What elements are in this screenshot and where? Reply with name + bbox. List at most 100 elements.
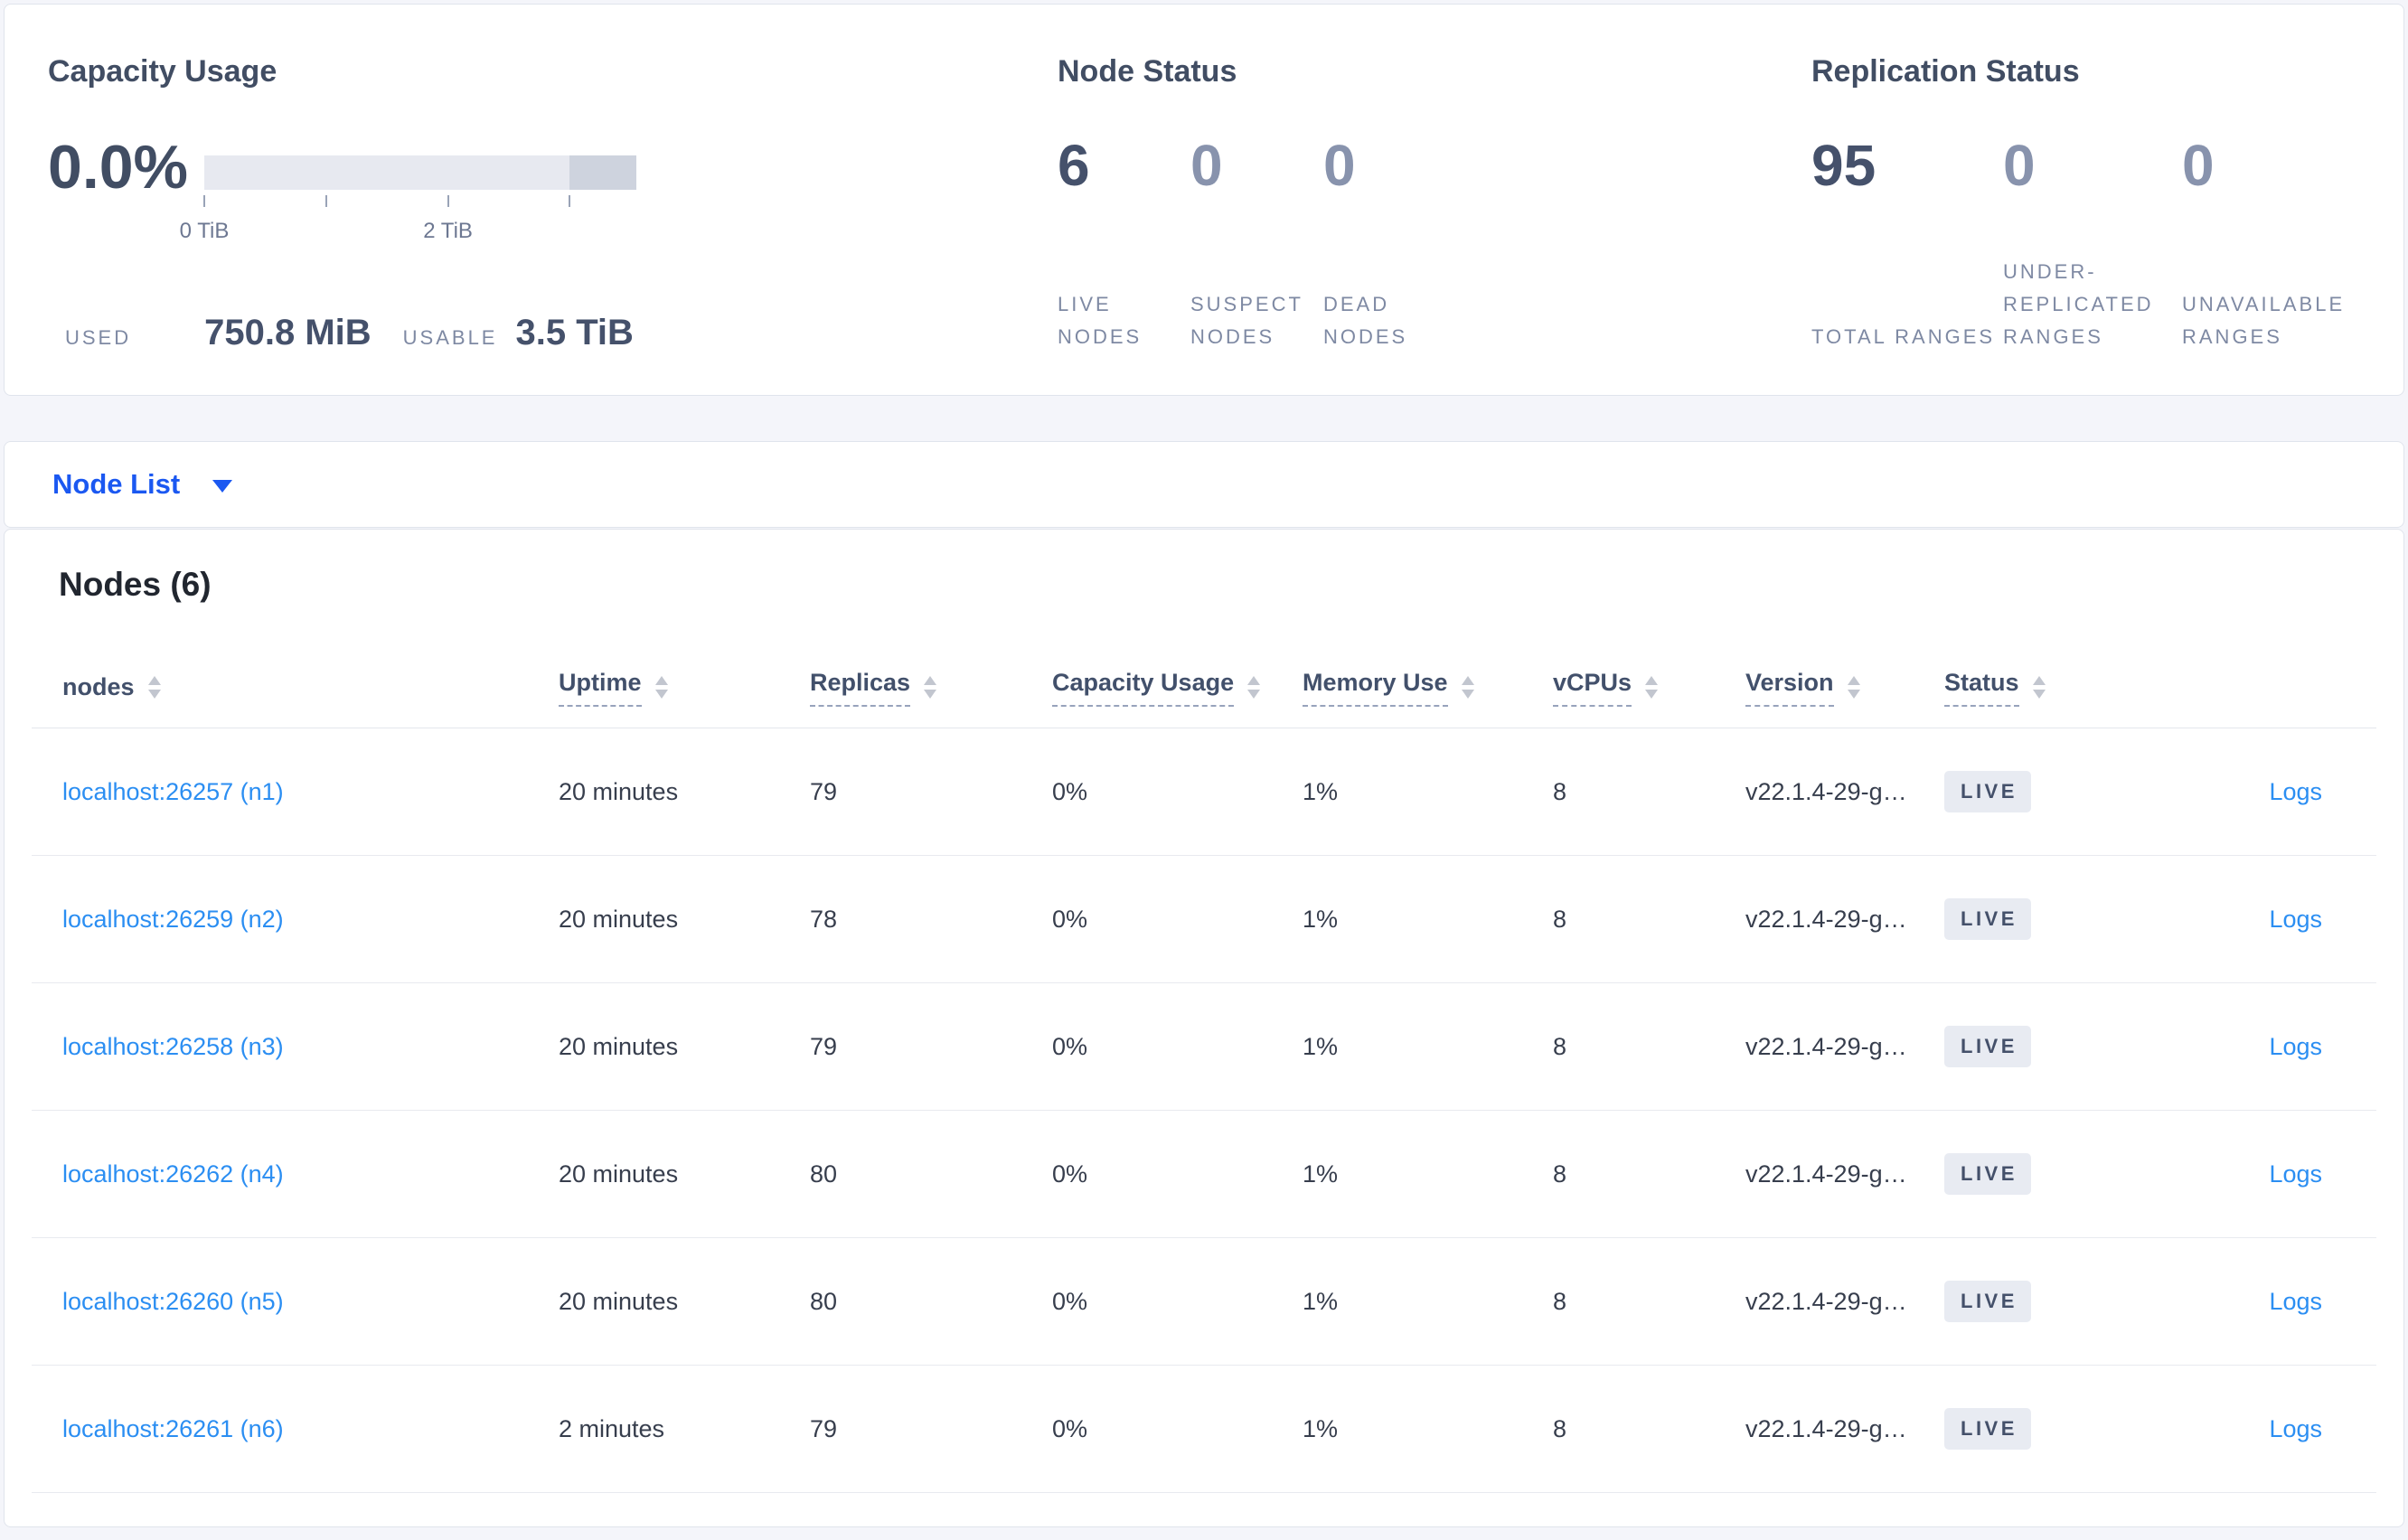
logs-link[interactable]: Logs	[2269, 1160, 2322, 1188]
total-ranges-label: TOTAL RANGES	[1811, 325, 1996, 348]
live-status-badge: LIVE	[1944, 1026, 2031, 1067]
replicas-cell: 79	[810, 1414, 838, 1442]
uptime-cell: 20 minutes	[559, 777, 679, 805]
table-row: localhost:26262 (n4) 20 minutes 80 0% 1%…	[32, 1111, 2376, 1238]
unavailable-ranges-label: UNAVAILABLE RANGES	[2182, 293, 2346, 348]
node-cell: localhost:26262 (n4)	[32, 1160, 559, 1188]
capacity-used-percent: 0.0%	[48, 133, 188, 202]
node-address-link[interactable]: localhost:26257 (n1)	[62, 778, 284, 805]
logs-cell: Logs	[2170, 906, 2376, 934]
capacity-usage-cell: 0%	[1052, 1287, 1088, 1315]
view-selector-card: Node List	[4, 441, 2404, 528]
status-cell: LIVE	[1944, 1281, 2170, 1322]
sort-icon	[1645, 676, 1659, 699]
uptime-cell: 20 minutes	[559, 1287, 679, 1315]
capacity-usage-panel: Capacity Usage 0.0% 0 TiB 2 TiB USED 750…	[48, 52, 699, 352]
column-header-replicas[interactable]: Replicas	[810, 669, 1052, 707]
node-cell: localhost:26258 (n3)	[32, 1033, 559, 1061]
axis-label-0tib: 0 TiB	[179, 219, 230, 243]
axis-tick	[203, 195, 205, 207]
under-replicated-ranges-value: 0	[2003, 133, 2036, 198]
capacity-stats: USED 750.8 MiB USABLE 3.5 TiB	[65, 313, 634, 353]
replicas-cell: 80	[810, 1160, 838, 1188]
sort-icon	[1247, 676, 1261, 699]
unavailable-ranges-stat: 0 UNAVAILABLE RANGES	[2182, 136, 2390, 353]
vcpus-cell: 8	[1553, 905, 1567, 933]
nodes-table: nodes Uptime Replicas Capacity Usage Mem…	[32, 647, 2376, 1493]
vcpus-cell: 8	[1553, 1287, 1567, 1315]
node-address-link[interactable]: localhost:26261 (n6)	[62, 1415, 284, 1442]
replicas-cell: 79	[810, 1032, 838, 1060]
version-cell: v22.1.4-29-g…	[1745, 777, 1907, 805]
node-address-link[interactable]: localhost:26258 (n3)	[62, 1033, 284, 1060]
logs-link[interactable]: Logs	[2269, 1288, 2322, 1315]
table-header-row: nodes Uptime Replicas Capacity Usage Mem…	[32, 647, 2376, 728]
suspect-nodes-label: SUSPECT NODES	[1190, 293, 1303, 348]
column-header-status[interactable]: Status	[1944, 669, 2170, 707]
logs-link[interactable]: Logs	[2269, 906, 2322, 933]
memory-use-cell: 1%	[1303, 777, 1339, 805]
node-address-link[interactable]: localhost:26262 (n4)	[62, 1160, 284, 1188]
live-status-badge: LIVE	[1944, 771, 2031, 812]
live-status-badge: LIVE	[1944, 898, 2031, 940]
live-nodes-label: LIVE NODES	[1058, 293, 1143, 348]
suspect-nodes-stat: 0 SUSPECT NODES	[1190, 136, 1323, 353]
status-cell: LIVE	[1944, 1153, 2170, 1195]
vcpus-cell: 8	[1553, 1032, 1567, 1060]
logs-cell: Logs	[2170, 1160, 2376, 1188]
replication-status-panel: Replication Status 95 TOTAL RANGES 0 UND…	[1811, 52, 2390, 353]
version-cell: v22.1.4-29-g…	[1745, 905, 1907, 933]
usable-label: USABLE	[402, 326, 498, 349]
capacity-usage-cell: 0%	[1052, 1160, 1088, 1188]
logs-cell: Logs	[2170, 1033, 2376, 1061]
live-status-badge: LIVE	[1944, 1153, 2031, 1195]
column-header-nodes[interactable]: nodes	[32, 673, 559, 701]
node-cell: localhost:26261 (n6)	[32, 1415, 559, 1443]
status-cell: LIVE	[1944, 898, 2170, 940]
logs-link[interactable]: Logs	[2269, 1033, 2322, 1060]
under-replicated-ranges-label: UNDER-REPLICATED RANGES	[2003, 260, 2154, 348]
capacity-axis: 0 TiB 2 TiB	[180, 195, 636, 243]
column-header-version[interactable]: Version	[1745, 669, 1944, 707]
dead-nodes-value: 0	[1323, 133, 1356, 198]
node-status-panel: Node Status 6 LIVE NODES 0 SUSPECT NODES…	[1058, 52, 1745, 353]
dead-nodes-label: DEAD NODES	[1323, 293, 1408, 348]
node-list-dropdown-label: Node List	[52, 468, 181, 500]
column-header-vcpus[interactable]: vCPUs	[1553, 669, 1745, 707]
version-cell: v22.1.4-29-g…	[1745, 1032, 1907, 1060]
uptime-cell: 20 minutes	[559, 1032, 679, 1060]
memory-use-cell: 1%	[1303, 1414, 1339, 1442]
node-list-dropdown[interactable]: Node List	[5, 442, 268, 527]
version-cell: v22.1.4-29-g…	[1745, 1287, 1907, 1315]
used-value: 750.8 MiB	[204, 313, 372, 352]
logs-link[interactable]: Logs	[2269, 1415, 2322, 1442]
table-row: localhost:26258 (n3) 20 minutes 79 0% 1%…	[32, 983, 2376, 1111]
replicas-cell: 80	[810, 1287, 838, 1315]
live-status-badge: LIVE	[1944, 1281, 2031, 1322]
live-nodes-stat: 6 LIVE NODES	[1058, 136, 1190, 353]
node-address-link[interactable]: localhost:26259 (n2)	[62, 906, 284, 933]
nodes-table-title: Nodes (6)	[59, 566, 212, 603]
column-header-uptime[interactable]: Uptime	[559, 669, 810, 707]
axis-tick	[447, 195, 449, 207]
logs-cell: Logs	[2170, 778, 2376, 806]
live-nodes-value: 6	[1058, 133, 1090, 198]
version-cell: v22.1.4-29-g…	[1745, 1414, 1907, 1442]
capacity-usage-cell: 0%	[1052, 1032, 1088, 1060]
column-header-capacity-usage[interactable]: Capacity Usage	[1052, 669, 1303, 707]
axis-label-2tib: 2 TiB	[423, 219, 473, 243]
node-cell: localhost:26259 (n2)	[32, 906, 559, 934]
capacity-usage-cell: 0%	[1052, 1414, 1088, 1442]
capacity-bar-chart: 0 TiB 2 TiB	[180, 155, 636, 243]
memory-use-cell: 1%	[1303, 1287, 1339, 1315]
sort-icon	[1461, 676, 1474, 699]
total-ranges-stat: 95 TOTAL RANGES	[1811, 136, 2003, 353]
replicas-cell: 79	[810, 777, 838, 805]
node-address-link[interactable]: localhost:26260 (n5)	[62, 1288, 284, 1315]
logs-link[interactable]: Logs	[2269, 778, 2322, 805]
under-replicated-ranges-stat: 0 UNDER-REPLICATED RANGES	[2003, 136, 2182, 353]
caret-down-icon	[212, 480, 233, 493]
total-ranges-value: 95	[1811, 133, 1877, 198]
column-header-memory-use[interactable]: Memory Use	[1303, 669, 1553, 707]
vcpus-cell: 8	[1553, 1414, 1567, 1442]
